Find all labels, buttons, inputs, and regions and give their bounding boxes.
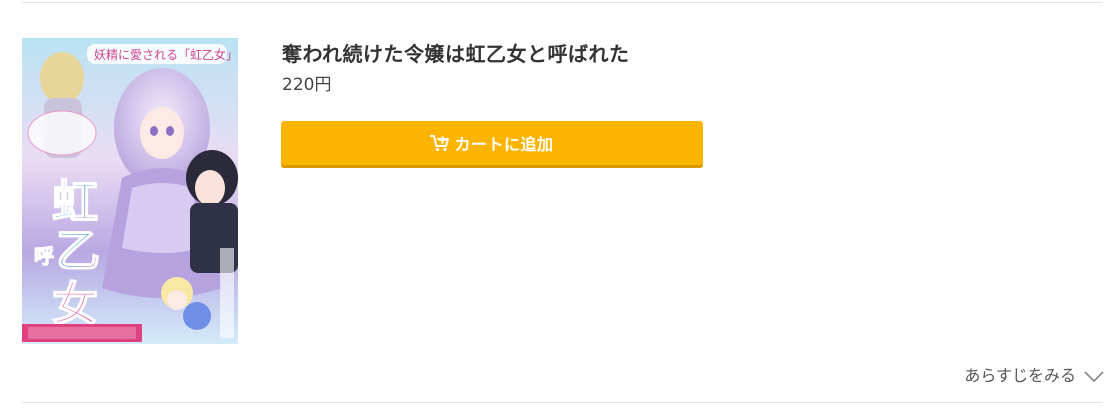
add-to-cart-label: カートに追加 [454, 135, 554, 154]
product-price: 220円 [282, 75, 332, 95]
synopsis-label: あらすじをみる [964, 366, 1076, 385]
bottom-divider [22, 402, 1102, 403]
top-divider [22, 2, 1102, 3]
svg-text:妖精に愛される「虹乙女」: 妖精に愛される「虹乙女」 [94, 47, 238, 62]
svg-text:呼: 呼 [34, 244, 54, 268]
product-title[interactable]: 奪われ続けた令嬢は虹乙女と呼ばれた [282, 38, 630, 67]
svg-text:女: 女 [52, 277, 98, 331]
cover-artwork: 妖精に愛される「虹乙女」 虹 乙 女 呼 [22, 38, 238, 344]
chevron-down-icon [1084, 368, 1104, 383]
cover-image[interactable]: 妖精に愛される「虹乙女」 虹 乙 女 呼 [22, 38, 238, 344]
svg-text:乙: 乙 [56, 226, 100, 277]
cart-plus-icon [430, 134, 450, 152]
svg-text:虹: 虹 [52, 175, 98, 229]
add-to-cart-button[interactable]: カートに追加 [281, 121, 703, 168]
product-card: 妖精に愛される「虹乙女」 虹 乙 女 呼 奪われ続けた令嬢は虹乙女と呼ばれた 2… [0, 0, 1118, 408]
synopsis-toggle[interactable]: あらすじをみる [964, 362, 1104, 386]
